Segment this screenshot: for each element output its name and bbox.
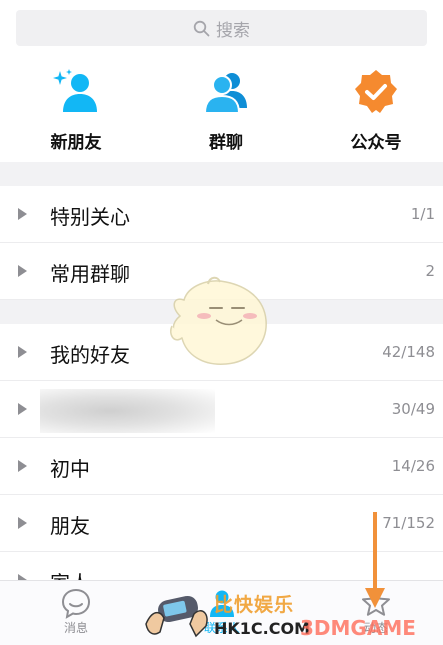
- group-count: 1/1: [410, 205, 435, 223]
- new-friend-button[interactable]: 新朋友: [16, 68, 136, 158]
- group-row-junior-high[interactable]: 初中 14/26: [0, 438, 443, 495]
- watermark-site2: 3DMGAME: [300, 616, 416, 640]
- group-count: 14/26: [391, 457, 435, 475]
- new-friend-label: 新朋友: [50, 133, 102, 153]
- group-chat-icon: [203, 73, 247, 114]
- group-count: 42/148: [382, 343, 435, 361]
- tab-messages[interactable]: 消息: [36, 587, 116, 636]
- group-chat-label: 群聊: [209, 133, 243, 153]
- group-row-special-care[interactable]: 特别关心 1/1: [0, 186, 443, 243]
- annotation-arrow-icon: [365, 512, 385, 608]
- shortcut-bar: 新朋友 群聊 公众号: [0, 58, 443, 162]
- mascot-watermark-icon: [170, 276, 267, 365]
- group-name: 常用群聊: [50, 262, 130, 286]
- section-divider: [0, 162, 443, 186]
- group-row-blurred[interactable]: 30/49: [0, 381, 443, 438]
- search-input[interactable]: 搜索: [16, 10, 427, 46]
- expand-arrow-icon: [18, 208, 27, 220]
- official-account-label: 公众号: [350, 133, 402, 153]
- tab-label: 消息: [63, 621, 88, 635]
- official-account-icon: [355, 70, 397, 113]
- expand-arrow-icon: [18, 517, 27, 529]
- search-icon: [193, 20, 210, 36]
- expand-arrow-icon: [18, 346, 27, 358]
- group-count: 30/49: [391, 400, 435, 418]
- group-count: 2: [425, 262, 435, 280]
- group-chat-button[interactable]: 群聊: [166, 68, 286, 158]
- gamepad-hands-watermark-icon: [145, 595, 208, 638]
- group-name: 特别关心: [50, 205, 130, 229]
- group-name: 朋友: [50, 514, 90, 538]
- expand-arrow-icon: [18, 403, 27, 415]
- group-name: 初中: [50, 457, 90, 481]
- group-name: 我的好友: [50, 343, 130, 367]
- search-placeholder: 搜索: [216, 20, 250, 41]
- official-account-button[interactable]: 公众号: [316, 68, 436, 158]
- blurred-group-name: [40, 389, 215, 433]
- expand-arrow-icon: [18, 265, 27, 277]
- group-count: 71/152: [382, 514, 435, 532]
- new-friend-icon: [53, 69, 97, 112]
- expand-arrow-icon: [18, 460, 27, 472]
- watermark-site: HK1C.COM: [214, 619, 311, 638]
- watermark-brand: 比快娱乐: [214, 594, 295, 616]
- search-area: 搜索: [0, 0, 443, 58]
- message-bubble-icon: [61, 588, 91, 619]
